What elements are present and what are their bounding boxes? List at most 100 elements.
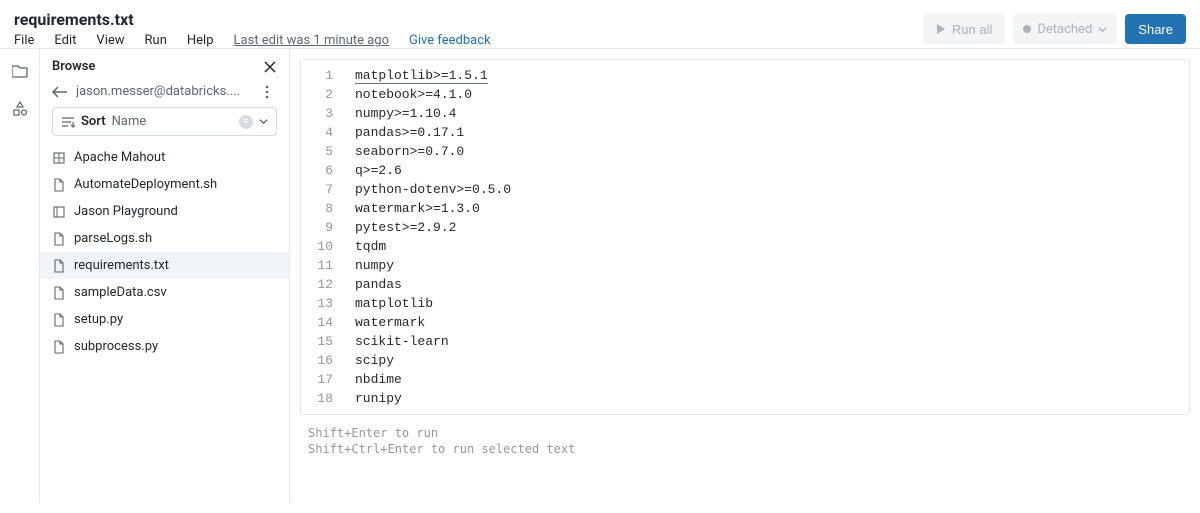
file-item[interactable]: sampleData.csv [40, 279, 289, 306]
header-right: Run all Detached Share [923, 10, 1186, 44]
file-icon [52, 178, 66, 192]
code-line: pandas [355, 275, 1189, 294]
sort-icon [61, 116, 75, 128]
board-icon [52, 205, 66, 219]
close-icon[interactable] [263, 60, 277, 74]
file-item[interactable]: parseLogs.sh [40, 225, 289, 252]
file-list: Apache Mahout AutomateDeployment.sh Jason … [40, 144, 289, 360]
code-line: matplotlib>=1.5.1 [355, 66, 1189, 85]
code-line: seaborn>=0.7.0 [355, 142, 1189, 161]
file-item-label: Jason Playground [74, 204, 178, 219]
file-item-label: subprocess.py [74, 339, 158, 354]
file-item-label: requirements.txt [74, 258, 169, 273]
file-item-label: parseLogs.sh [74, 231, 152, 246]
menu-view[interactable]: View [96, 33, 124, 48]
menubar: File Edit View Run Help Last edit was 1 … [14, 33, 923, 48]
line-number: 8 [301, 199, 333, 218]
line-number: 10 [301, 237, 333, 256]
sort-prefix: Sort [81, 114, 106, 129]
line-number: 1 [301, 66, 333, 85]
file-item-label: Apache Mahout [74, 150, 165, 165]
menu-edit[interactable]: Edit [54, 33, 76, 48]
play-icon [936, 24, 946, 34]
code-line: tqdm [355, 237, 1189, 256]
back-arrow-icon[interactable] [52, 86, 68, 98]
share-label: Share [1138, 22, 1173, 37]
code-line: scipy [355, 351, 1189, 370]
left-rail [0, 49, 40, 503]
menu-help[interactable]: Help [187, 33, 214, 48]
share-button[interactable]: Share [1125, 14, 1186, 44]
clear-sort-icon[interactable]: × [239, 115, 253, 129]
menu-file[interactable]: File [14, 33, 34, 48]
line-number: 5 [301, 142, 333, 161]
kebab-icon[interactable] [265, 85, 279, 99]
file-icon [52, 313, 66, 327]
line-number: 15 [301, 332, 333, 351]
hint-line-1: Shift+Enter to run [308, 425, 1186, 441]
file-icon [52, 286, 66, 300]
cluster-status-button[interactable]: Detached [1013, 14, 1117, 44]
sort-value: Name [112, 114, 147, 129]
chevron-down-icon [1098, 25, 1107, 34]
file-item[interactable]: requirements.txt [40, 252, 289, 279]
line-number: 11 [301, 256, 333, 275]
folder-icon[interactable] [8, 59, 32, 83]
shapes-icon[interactable] [8, 97, 32, 121]
file-item[interactable]: AutomateDeployment.sh [40, 171, 289, 198]
give-feedback-link[interactable]: Give feedback [409, 33, 491, 48]
last-edit-link[interactable]: Last edit was 1 minute ago [234, 33, 390, 48]
hint-line-2: Shift+Ctrl+Enter to run selected text [308, 441, 1186, 457]
line-number: 17 [301, 370, 333, 389]
code-line: watermark [355, 313, 1189, 332]
line-number: 2 [301, 85, 333, 104]
menu-run[interactable]: Run [145, 33, 167, 48]
line-number: 3 [301, 104, 333, 123]
file-item[interactable]: Jason Playground [40, 198, 289, 225]
line-number: 14 [301, 313, 333, 332]
breadcrumb: jason.messer@databricks.... [40, 80, 289, 107]
sidebar-title: Browse [52, 59, 95, 74]
run-all-button[interactable]: Run all [923, 14, 1005, 44]
breadcrumb-path[interactable]: jason.messer@databricks.... [76, 84, 257, 99]
model-icon [52, 151, 66, 165]
code-line: matplotlib [355, 294, 1189, 313]
code-line: watermark>=1.3.0 [355, 199, 1189, 218]
file-item-label: sampleData.csv [74, 285, 167, 300]
line-number: 9 [301, 218, 333, 237]
code-lines: matplotlib>=1.5.1notebook>=4.1.0numpy>=1… [345, 66, 1189, 408]
line-number: 6 [301, 161, 333, 180]
header-left: requirements.txt File Edit View Run Help… [14, 10, 923, 48]
line-number: 18 [301, 389, 333, 408]
line-number: 4 [301, 123, 333, 142]
file-icon [52, 232, 66, 246]
code-line: numpy [355, 256, 1189, 275]
line-gutter: 123456789101112131415161718 [301, 66, 345, 408]
header: requirements.txt File Edit View Run Help… [0, 0, 1200, 48]
code-line: q>=2.6 [355, 161, 1189, 180]
body: Browse jason.messer@databricks.... Sort … [0, 48, 1200, 503]
status-dot-icon [1023, 25, 1031, 33]
main: 123456789101112131415161718 matplotlib>=… [290, 49, 1200, 503]
file-item-label: AutomateDeployment.sh [74, 177, 217, 192]
cluster-status-label: Detached [1037, 22, 1092, 37]
code-line: pandas>=0.17.1 [355, 123, 1189, 142]
line-number: 16 [301, 351, 333, 370]
code-line: runipy [355, 389, 1189, 408]
page-title: requirements.txt [14, 10, 923, 29]
file-item[interactable]: subprocess.py [40, 333, 289, 360]
chevron-down-icon [259, 117, 268, 126]
file-item-label: setup.py [74, 312, 123, 327]
code-line: notebook>=4.1.0 [355, 85, 1189, 104]
editor-card: 123456789101112131415161718 matplotlib>=… [300, 59, 1190, 415]
sidebar: Browse jason.messer@databricks.... Sort … [40, 49, 290, 503]
line-number: 13 [301, 294, 333, 313]
code-line: scikit-learn [355, 332, 1189, 351]
code-line: pytest>=2.9.2 [355, 218, 1189, 237]
run-hints: Shift+Enter to run Shift+Ctrl+Enter to r… [300, 415, 1190, 461]
run-all-label: Run all [952, 22, 992, 37]
file-item[interactable]: Apache Mahout [40, 144, 289, 171]
file-item[interactable]: setup.py [40, 306, 289, 333]
code-editor[interactable]: 123456789101112131415161718 matplotlib>=… [301, 60, 1189, 414]
sort-dropdown[interactable]: Sort Name × [52, 107, 277, 136]
